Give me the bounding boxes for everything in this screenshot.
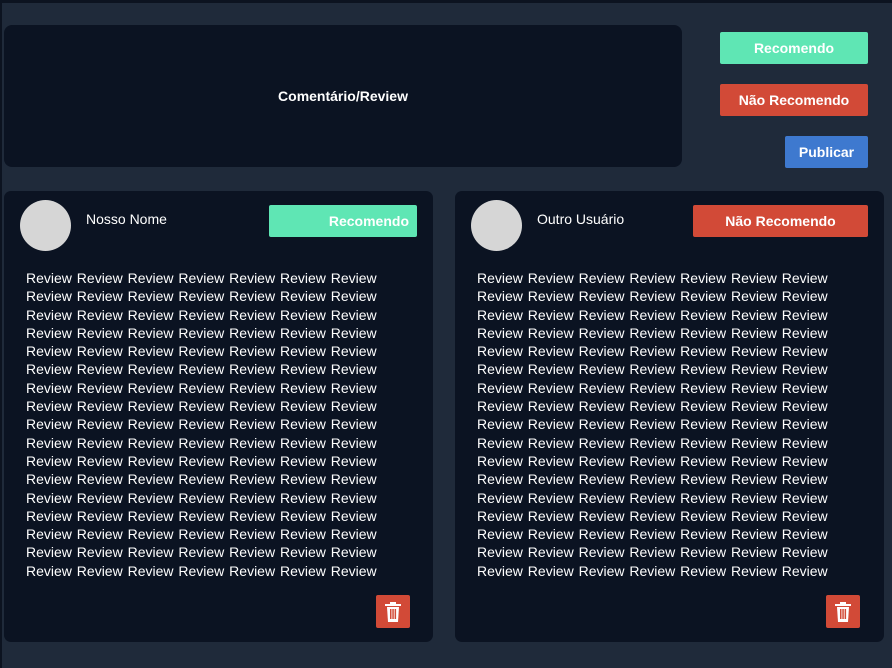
app-frame: Comentário/Review Recomendo Não Recomend… [0,0,892,668]
trash-icon [385,601,401,622]
review-user-name: Nosso Nome [86,211,167,227]
delete-review-button[interactable] [376,595,410,628]
recommend-button[interactable]: Recomendo [720,32,868,64]
review-user-name: Outro Usuário [537,211,625,227]
review-text: Review Review Review Review Review Revie… [477,270,828,579]
avatar [20,200,71,251]
review-card: Outro Usuário Não Recomendo Review Revie… [455,191,884,642]
not-recommend-badge: Não Recomendo [693,205,868,237]
delete-review-button[interactable] [826,595,860,628]
review-text: Review Review Review Review Review Revie… [26,270,377,579]
recommend-badge: Recomendo [269,205,417,237]
compose-placeholder: Comentário/Review [278,88,408,104]
review-compose-area[interactable]: Comentário/Review [4,25,682,167]
trash-icon [835,601,851,622]
review-card: Nosso Nome Recomendo Review Review Revie… [4,191,433,642]
not-recommend-button[interactable]: Não Recomendo [720,84,868,116]
publish-button[interactable]: Publicar [785,136,868,168]
avatar [471,200,522,251]
